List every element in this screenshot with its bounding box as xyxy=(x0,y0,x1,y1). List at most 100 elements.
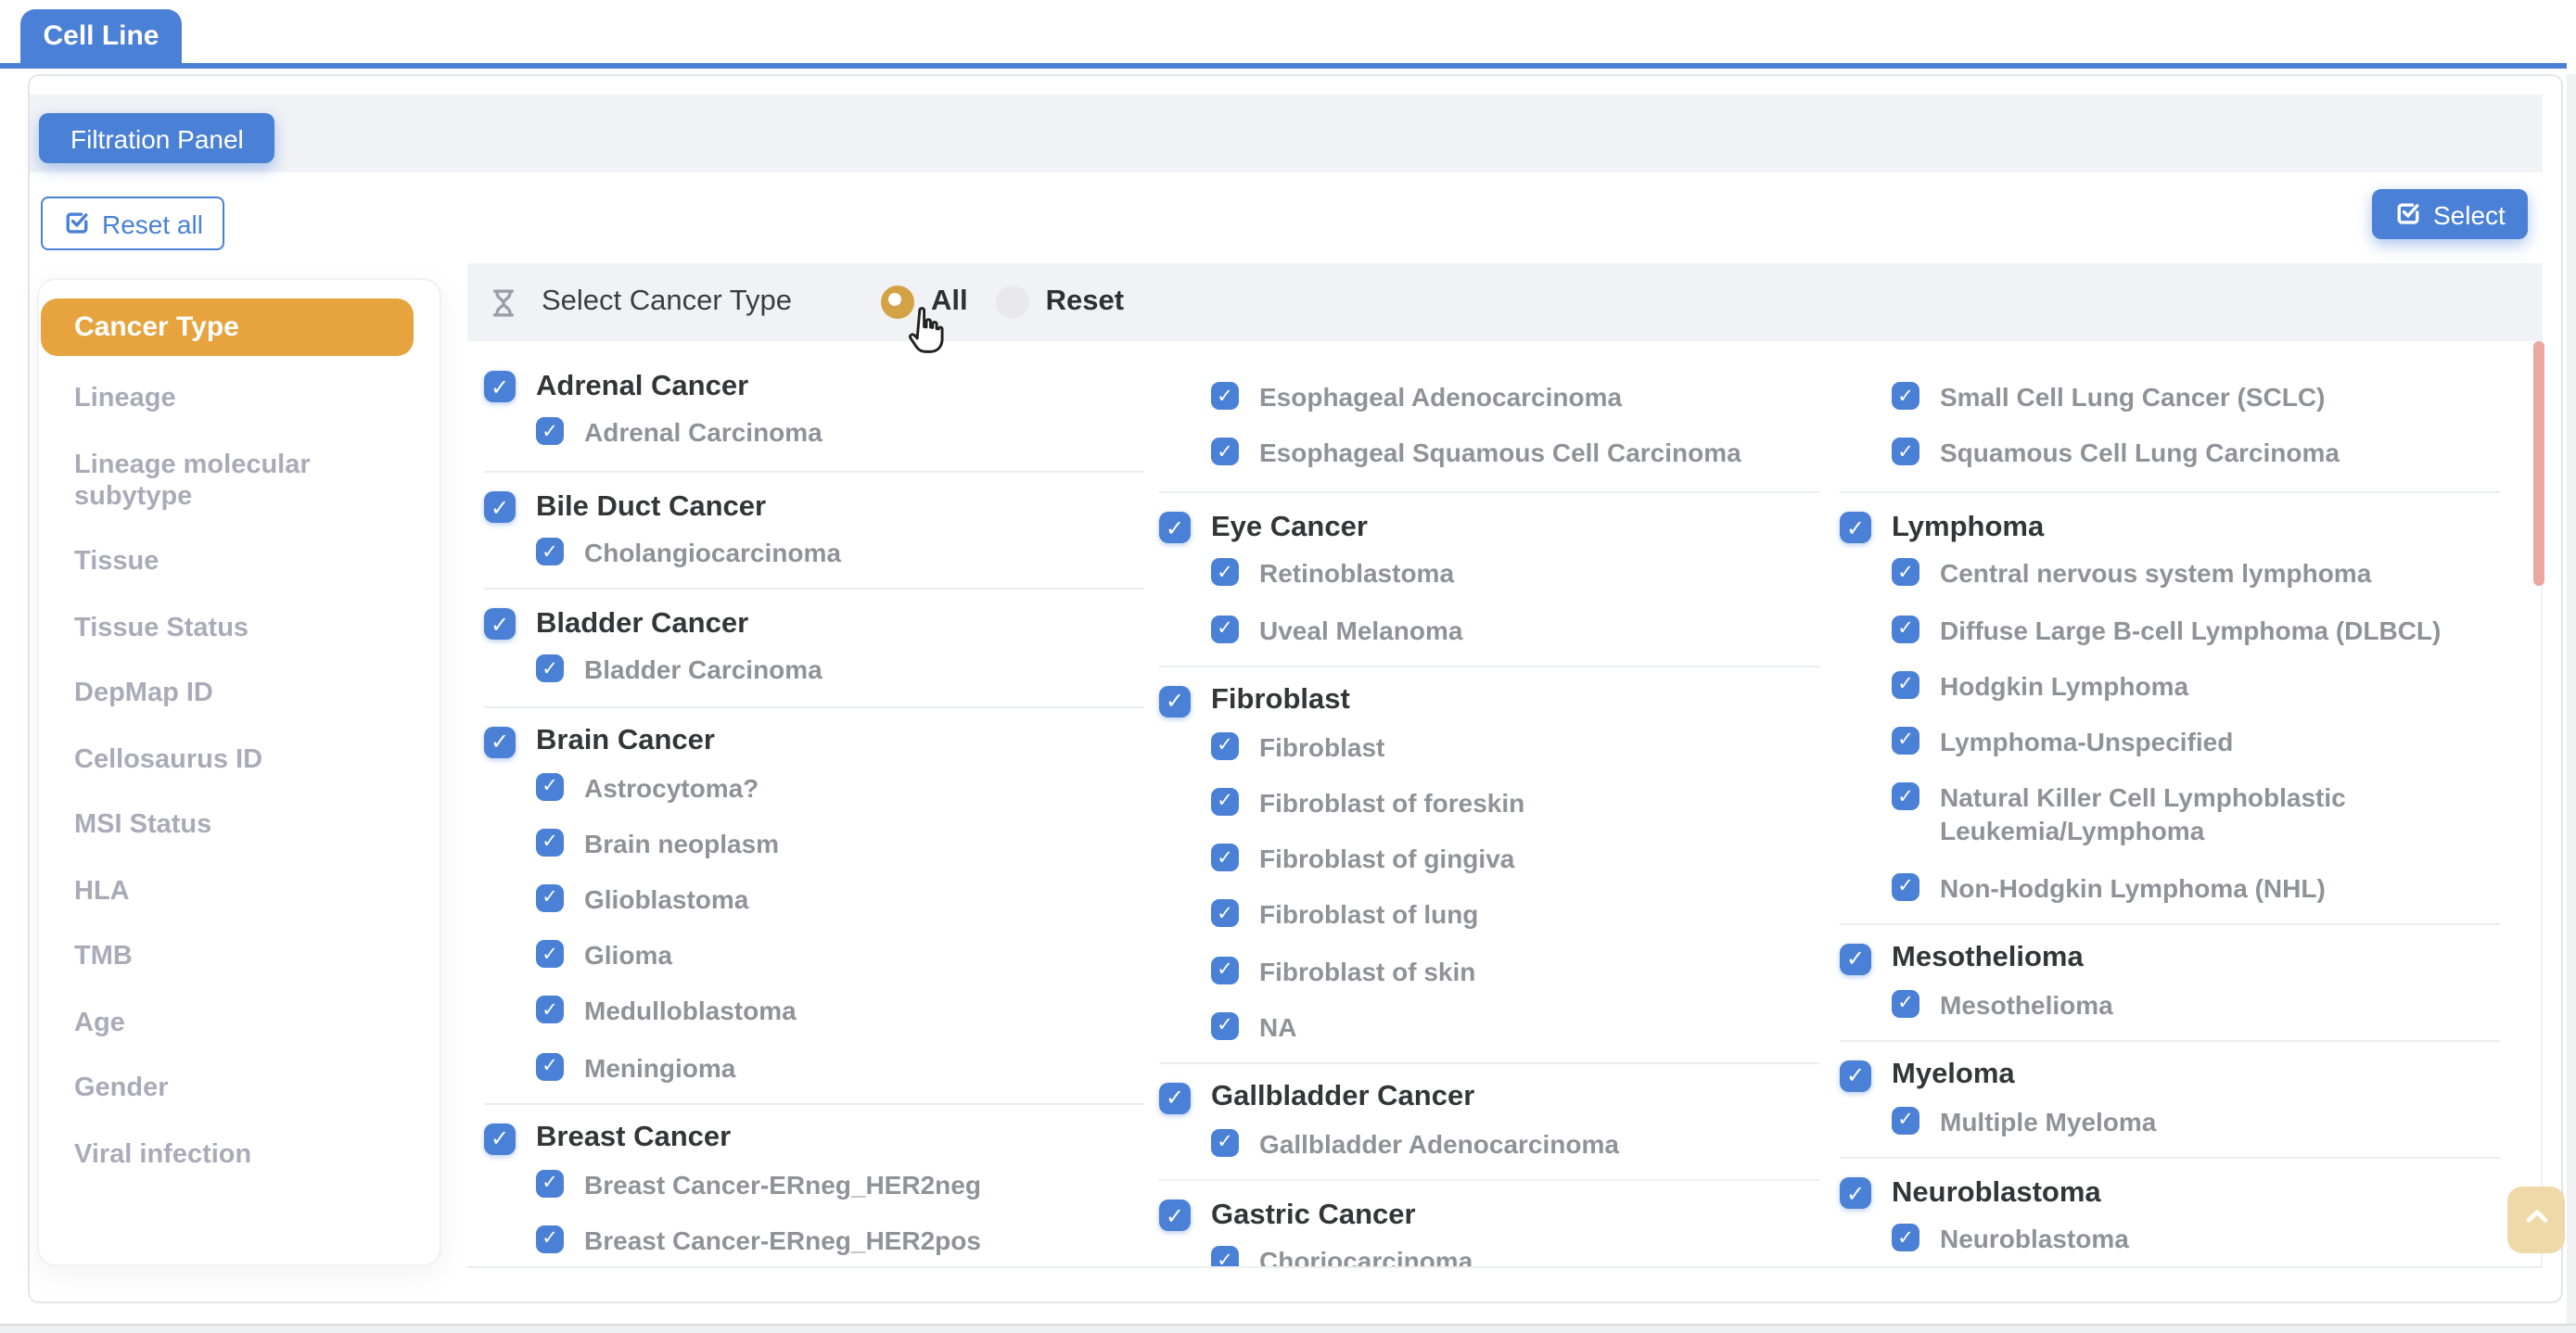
checkbox-uveal-melanoma[interactable]: ✓ xyxy=(1211,615,1239,642)
cancer-subtype-label[interactable]: Cholangiocarcinoma xyxy=(584,536,841,569)
cancer-subtype-label[interactable]: Fibroblast xyxy=(1259,730,1384,764)
cancer-type-label[interactable]: Breast Cancer xyxy=(536,1122,731,1155)
cancer-subtype-label[interactable]: Fibroblast of lung xyxy=(1259,898,1478,932)
filtration-panel-button[interactable]: Filtration Panel xyxy=(39,113,275,163)
checkbox-lymphoma-unspecified[interactable]: ✓ xyxy=(1892,727,1919,755)
checkbox-mesothelioma[interactable]: ✓ xyxy=(1892,989,1919,1017)
checkbox-breast-cancer-erneg-her2pos[interactable]: ✓ xyxy=(536,1225,564,1253)
cancer-type-label[interactable]: Mesothelioma xyxy=(1892,942,2084,975)
sidebar-item-tissue-status[interactable]: Tissue Status xyxy=(41,613,365,644)
radio-reset-label[interactable]: Reset xyxy=(1046,286,1124,319)
sidebar-item-cellosaurus-id[interactable]: Cellosaurus ID xyxy=(41,744,365,776)
checkbox-diffuse-large-b-cell-lymphoma-dlbcl[interactable]: ✓ xyxy=(1892,615,1919,642)
checkbox-esophageal-adenocarcinoma[interactable]: ✓ xyxy=(1211,382,1239,410)
checkbox-cholangiocarcinoma[interactable]: ✓ xyxy=(536,538,564,565)
sidebar-item-lineage-molecular-subytype[interactable]: Lineage molecular subytype xyxy=(41,450,365,513)
cancer-subtype-label[interactable]: Esophageal Adenocarcinoma xyxy=(1259,380,1622,413)
cancer-type-label[interactable]: Neuroblastoma xyxy=(1892,1176,2101,1210)
cancer-subtype-label[interactable]: Neuroblastoma xyxy=(1940,1222,2129,1255)
checkbox-central-nervous-system-lymphoma[interactable]: ✓ xyxy=(1892,559,1919,587)
cancer-subtype-label[interactable]: Breast Cancer-ERneg_HER2neg xyxy=(584,1167,981,1200)
sidebar-item-msi-status[interactable]: MSI Status xyxy=(41,810,365,842)
checkbox-gastric-cancer[interactable]: ✓ xyxy=(1159,1200,1191,1231)
sidebar-item-depmap-id[interactable]: DepMap ID xyxy=(41,679,365,710)
scroll-to-top-button[interactable] xyxy=(2507,1187,2565,1253)
cancer-type-label[interactable]: Bladder Cancer xyxy=(536,608,748,641)
checkbox-multiple-myeloma[interactable]: ✓ xyxy=(1892,1107,1919,1135)
sidebar-item-gender[interactable]: Gender xyxy=(41,1073,365,1105)
tab-cell-line[interactable]: Cell Line xyxy=(20,9,182,63)
cancer-type-label[interactable]: Eye Cancer xyxy=(1211,512,1368,545)
checkbox-lymphoma[interactable]: ✓ xyxy=(1840,513,1871,544)
cancer-subtype-label[interactable]: Fibroblast of gingiva xyxy=(1259,842,1514,875)
checkbox-breast-cancer-erneg-her2neg[interactable]: ✓ xyxy=(536,1169,564,1197)
cancer-subtype-label[interactable]: Fibroblast of skin xyxy=(1259,954,1475,987)
cancer-subtype-label[interactable]: Natural Killer Cell Lymphoblastic Leukem… xyxy=(1940,781,2478,848)
checkbox-brain-neoplasm[interactable]: ✓ xyxy=(536,829,564,857)
checkbox-hodgkin-lymphoma[interactable]: ✓ xyxy=(1892,671,1919,699)
cancer-subtype-label[interactable]: Diffuse Large B-cell Lymphoma (DLBCL) xyxy=(1940,613,2441,646)
checkbox-bladder-cancer[interactable]: ✓ xyxy=(484,609,516,641)
cancer-subtype-label[interactable]: Retinoblastoma xyxy=(1259,557,1454,590)
cancer-subtype-label[interactable]: Fibroblast of foreskin xyxy=(1259,786,1524,819)
checkbox-non-hodgkin-lymphoma-nhl[interactable]: ✓ xyxy=(1892,872,1919,900)
checkbox-medulloblastoma[interactable]: ✓ xyxy=(536,997,564,1024)
cancer-subtype-label[interactable]: Mesothelioma xyxy=(1940,987,2113,1021)
cancer-subtype-label[interactable]: Hodgkin Lymphoma xyxy=(1940,669,2188,703)
vertical-scrollbar-thumb[interactable] xyxy=(2533,341,2544,586)
radio-reset[interactable] xyxy=(996,286,1029,319)
cancer-subtype-label[interactable]: Bladder Carcinoma xyxy=(584,654,823,687)
checkbox-fibroblast[interactable]: ✓ xyxy=(1211,732,1239,760)
cancer-type-label[interactable]: Brain Cancer xyxy=(536,725,715,758)
cancer-subtype-label[interactable]: Meningioma xyxy=(584,1050,735,1084)
checkbox-retinoblastoma[interactable]: ✓ xyxy=(1211,559,1239,587)
checkbox-squamous-cell-lung-carcinoma[interactable]: ✓ xyxy=(1892,438,1919,465)
checkbox-fibroblast-of-foreskin[interactable]: ✓ xyxy=(1211,788,1239,816)
cancer-type-label[interactable]: Gastric Cancer xyxy=(1211,1199,1416,1232)
cancer-subtype-label[interactable]: Small Cell Lung Cancer (SCLC) xyxy=(1940,380,2325,413)
checkbox-adrenal-cancer[interactable]: ✓ xyxy=(484,371,516,402)
cancer-subtype-label[interactable]: Esophageal Squamous Cell Carcinoma xyxy=(1259,436,1741,469)
checkbox-glioma[interactable]: ✓ xyxy=(536,940,564,968)
cancer-subtype-label[interactable]: Gallbladder Adenocarcinoma xyxy=(1259,1127,1619,1161)
cancer-subtype-label[interactable]: Brain neoplasm xyxy=(584,827,779,860)
cancer-subtype-label[interactable]: Astrocytoma? xyxy=(584,770,759,804)
checkbox-adrenal-carcinoma[interactable]: ✓ xyxy=(536,417,564,445)
checkbox-breast-cancer[interactable]: ✓ xyxy=(484,1123,516,1154)
checkbox-brain-cancer[interactable]: ✓ xyxy=(484,726,516,757)
checkbox-esophageal-squamous-cell-carcinoma[interactable]: ✓ xyxy=(1211,438,1239,465)
cancer-subtype-label[interactable]: Uveal Melanoma xyxy=(1259,613,1462,646)
checkbox-mesothelioma[interactable]: ✓ xyxy=(1840,943,1871,974)
cancer-subtype-label[interactable]: Breast Cancer-ERneg_HER2pos xyxy=(584,1224,981,1257)
checkbox-myeloma[interactable]: ✓ xyxy=(1840,1060,1871,1092)
sidebar-item-tissue[interactable]: Tissue xyxy=(41,547,365,578)
cancer-subtype-label[interactable]: Medulloblastoma xyxy=(584,995,797,1028)
checkbox-fibroblast-of-skin[interactable]: ✓ xyxy=(1211,956,1239,984)
checkbox-neuroblastoma[interactable]: ✓ xyxy=(1892,1224,1919,1251)
checkbox-glioblastoma[interactable]: ✓ xyxy=(536,884,564,912)
cancer-type-label[interactable]: Adrenal Cancer xyxy=(536,370,748,403)
sidebar-item-tmb[interactable]: TMB xyxy=(41,942,365,973)
cancer-type-label[interactable]: Fibroblast xyxy=(1211,685,1350,718)
cancer-subtype-label[interactable]: Central nervous system lymphoma xyxy=(1940,557,2371,590)
select-button[interactable]: Select xyxy=(2372,189,2528,239)
cancer-type-label[interactable]: Gallbladder Cancer xyxy=(1211,1082,1474,1115)
checkbox-na[interactable]: ✓ xyxy=(1211,1011,1239,1039)
checkbox-small-cell-lung-cancer-sclc[interactable]: ✓ xyxy=(1892,382,1919,410)
sidebar-item-hla[interactable]: HLA xyxy=(41,876,365,908)
cancer-type-label[interactable]: Myeloma xyxy=(1892,1060,2015,1093)
cancer-subtype-label[interactable]: NA xyxy=(1259,1009,1296,1043)
checkbox-fibroblast[interactable]: ✓ xyxy=(1159,686,1191,717)
checkbox-astrocytoma[interactable]: ✓ xyxy=(536,772,564,800)
checkbox-fibroblast-of-lung[interactable]: ✓ xyxy=(1211,900,1239,928)
cancer-subtype-label[interactable]: Non-Hodgkin Lymphoma (NHL) xyxy=(1940,870,2326,904)
cancer-subtype-label[interactable]: Multiple Myeloma xyxy=(1940,1105,2156,1138)
sidebar-item-age[interactable]: Age xyxy=(41,1008,365,1039)
checkbox-bile-duct-cancer[interactable]: ✓ xyxy=(484,491,516,523)
cancer-subtype-label[interactable]: Adrenal Carcinoma xyxy=(584,415,823,449)
cancer-subtype-label[interactable]: Squamous Cell Lung Carcinoma xyxy=(1940,436,2340,469)
checkbox-neuroblastoma[interactable]: ✓ xyxy=(1840,1177,1871,1209)
checkbox-natural-killer-cell-lymphoblastic-leukemia-lymphoma[interactable]: ✓ xyxy=(1892,782,1919,810)
cancer-subtype-label[interactable]: Glioma xyxy=(584,938,672,971)
checkbox-fibroblast-of-gingiva[interactable]: ✓ xyxy=(1211,844,1239,871)
